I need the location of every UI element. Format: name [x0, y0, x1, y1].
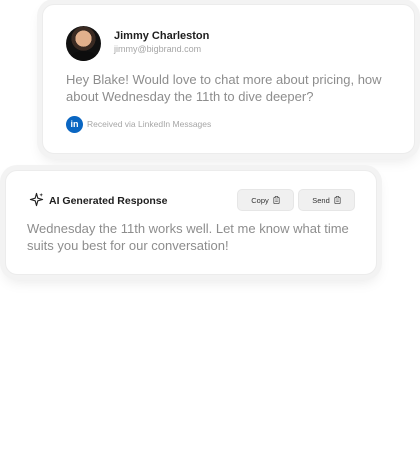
message-card: Jimmy Charleston jimmy@bigbrand.com Hey … — [42, 4, 415, 154]
response-body: Wednesday the 11th works well. Let me kn… — [27, 221, 349, 253]
send-button[interactable]: Send — [298, 189, 355, 211]
copy-button-label: Copy — [251, 195, 269, 205]
avatar — [66, 26, 101, 61]
clipboard-icon — [334, 196, 341, 204]
clipboard-icon — [273, 196, 280, 204]
copy-button[interactable]: Copy — [237, 189, 294, 211]
sparkle-icon — [29, 192, 44, 207]
message-body: Hey Blake! Would love to chat more about… — [66, 72, 382, 104]
ai-response-card: AI Generated Response Copy Send Wednesda… — [5, 170, 377, 275]
linkedin-icon: in — [66, 116, 83, 133]
response-title: AI Generated Response — [49, 195, 168, 207]
send-button-label: Send — [312, 195, 330, 205]
source-label: Received via LinkedIn Messages — [87, 119, 212, 129]
sender-email: jimmy@bigbrand.com — [114, 44, 202, 54]
sender-name: Jimmy Charleston — [114, 30, 210, 42]
